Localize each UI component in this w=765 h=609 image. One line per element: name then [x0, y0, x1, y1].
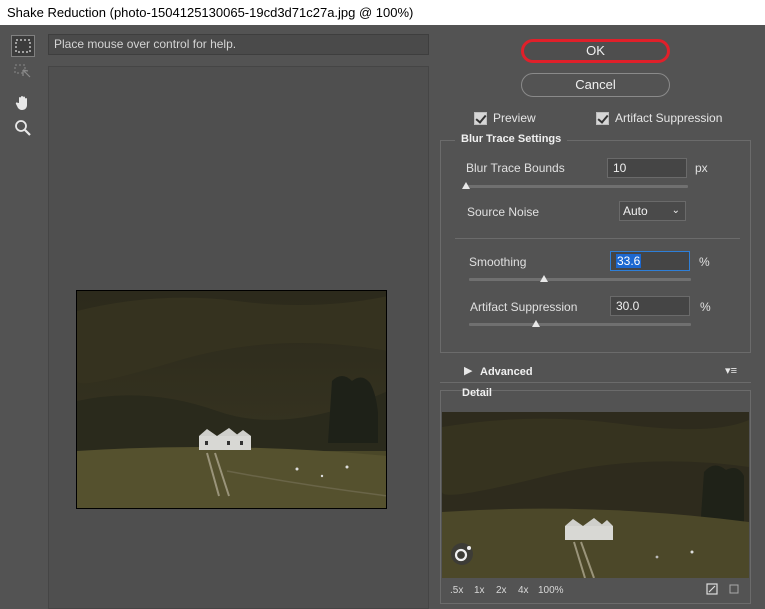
blur-trace-bounds-slider[interactable]	[466, 185, 688, 188]
source-noise-value: Auto	[623, 204, 648, 218]
advanced-section-header[interactable]: ▶ Advanced ▾≡	[440, 361, 751, 383]
ok-button[interactable]: OK	[521, 39, 670, 63]
smoothing-slider-thumb[interactable]	[540, 275, 549, 282]
smoothing-label: Smoothing	[469, 255, 527, 269]
blur-trace-settings-title: Blur Trace Settings	[455, 133, 568, 145]
source-noise-select[interactable]: Auto ⌄	[619, 201, 686, 221]
smoothing-value: 33.6	[616, 254, 642, 268]
zoom-2x-button[interactable]: 2x	[496, 585, 507, 596]
help-text: Place mouse over control for help.	[48, 34, 429, 55]
smoothing-slider[interactable]	[469, 278, 691, 281]
cancel-button[interactable]: Cancel	[521, 73, 670, 97]
checkbox-checked-icon	[474, 111, 487, 125]
blur-estimation-icon[interactable]	[11, 61, 35, 83]
settings-divider	[455, 238, 740, 239]
artifact-suppression-checkbox[interactable]: Artifact Suppression	[596, 111, 722, 125]
artifact-suppression-slider[interactable]	[469, 323, 691, 326]
artifact-suppression-option-label: Artifact Suppression	[615, 111, 723, 125]
preview-image[interactable]	[76, 290, 387, 509]
zoom-icon[interactable]	[11, 117, 35, 139]
blur-trace-bounds-input[interactable]: 10	[607, 158, 687, 178]
hand-icon[interactable]	[11, 92, 35, 114]
detail-zoom-bar: .5x 1x 2x 4x 100%	[442, 580, 749, 602]
artifact-suppression-unit: %	[700, 300, 711, 314]
smoothing-input[interactable]: 33.6	[610, 251, 690, 271]
blur-trace-bounds-unit: px	[695, 161, 708, 175]
artifact-suppression-input[interactable]: 30.0	[610, 296, 690, 316]
smoothing-unit: %	[699, 255, 710, 269]
preview-label: Preview	[493, 111, 536, 125]
artifact-suppression-label: Artifact Suppression	[470, 300, 578, 314]
panel-menu-icon[interactable]: ▾≡	[725, 364, 737, 377]
dock-loupe-icon[interactable]	[728, 583, 740, 598]
window-title: Shake Reduction (photo-1504125130065-19c…	[0, 0, 765, 25]
zoom-1x-button[interactable]: 1x	[474, 585, 485, 596]
blur-trace-bounds-slider-thumb[interactable]	[462, 182, 470, 189]
preview-checkbox[interactable]: Preview	[474, 111, 536, 125]
tool-panel	[0, 25, 46, 609]
blur-trace-bounds-label: Blur Trace Bounds	[466, 161, 565, 175]
zoom-100-button[interactable]: 100%	[538, 585, 564, 596]
shake-reduction-dialog: Place mouse over control for help. OK Ca…	[0, 25, 765, 609]
marquee-icon[interactable]	[11, 35, 35, 57]
chevron-down-icon: ⌄	[671, 205, 680, 216]
detail-loupe-image[interactable]	[442, 412, 749, 578]
detail-title: Detail	[462, 387, 492, 399]
enhance-at-loupe-icon[interactable]	[706, 583, 718, 598]
advanced-label: Advanced	[480, 366, 533, 378]
zoom-4x-button[interactable]: 4x	[518, 585, 529, 596]
source-noise-label: Source Noise	[467, 205, 540, 219]
artifact-suppression-slider-thumb[interactable]	[531, 320, 540, 327]
triangle-right-icon: ▶	[464, 365, 473, 377]
checkbox-checked-icon	[596, 111, 609, 125]
zoom-0-5x-button[interactable]: .5x	[450, 585, 463, 596]
